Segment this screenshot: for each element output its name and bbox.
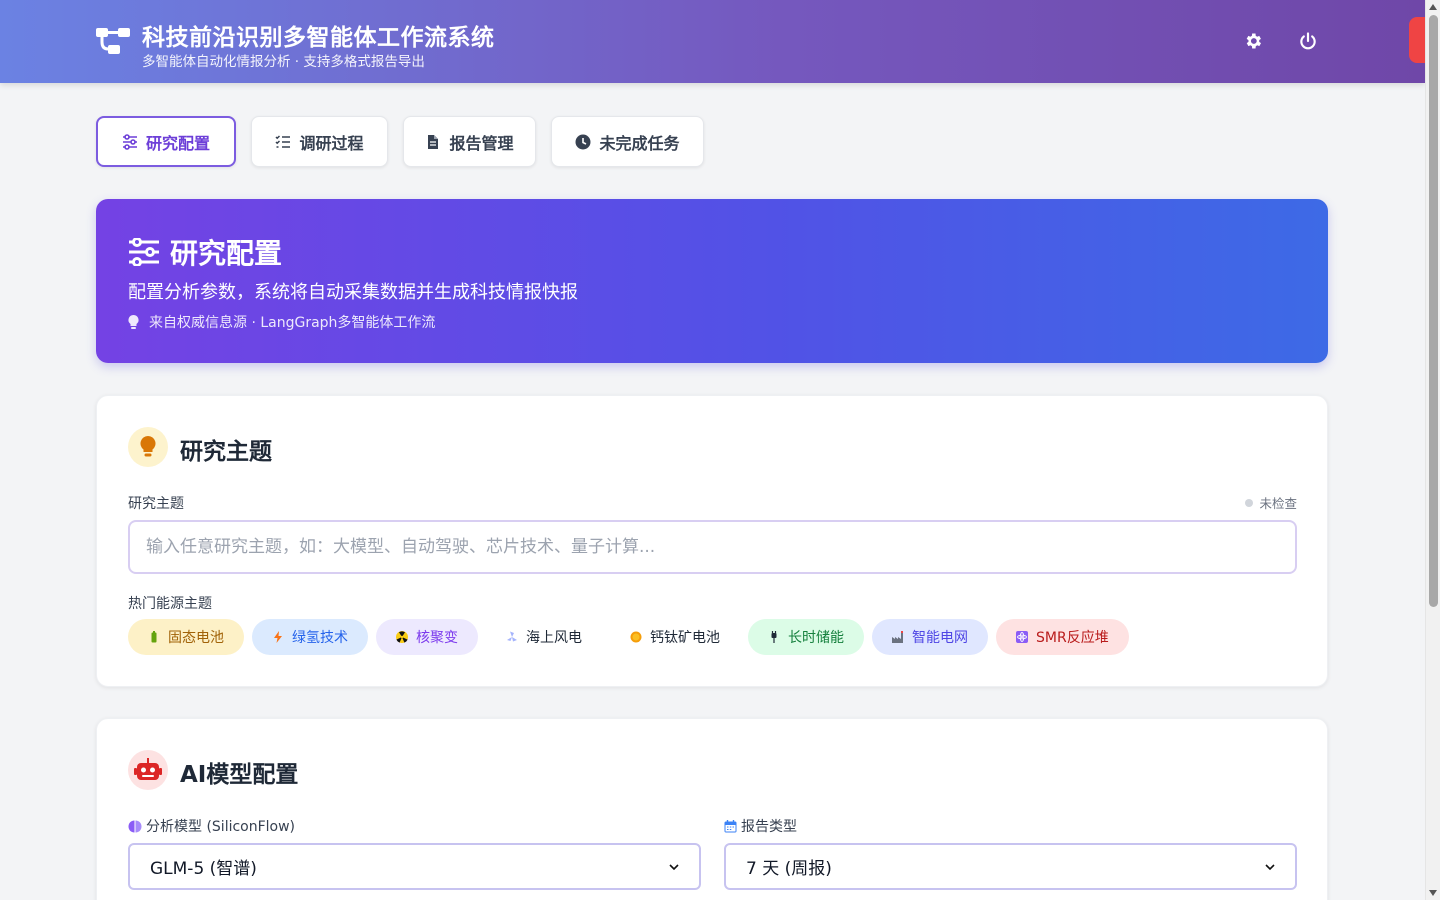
power-icon — [1300, 32, 1316, 50]
banner-note-text: 来自权威信息源 · LangGraph多智能体工作流 — [149, 315, 436, 331]
status-text: 未检查 — [1259, 496, 1297, 511]
report-type-label-text: 报告类型 — [741, 819, 797, 835]
sliders-icon — [129, 238, 159, 266]
chip-long-duration-storage[interactable]: 长时储能 — [748, 619, 864, 655]
topic-card-title: 研究主题 — [180, 439, 272, 465]
tab-label: 未完成任务 — [599, 133, 680, 153]
chevron-down-icon — [1265, 863, 1275, 870]
chip-smr-reactor[interactable]: SMR反应堆 — [996, 619, 1129, 655]
tab-unfinished-tasks[interactable]: 未完成任务 — [551, 116, 704, 167]
scroll-thumb[interactable] — [1429, 15, 1438, 607]
banner-title-text: 研究配置 — [170, 237, 283, 270]
chip-offshore-wind[interactable]: 海上风电 — [486, 619, 602, 655]
chip-label: 长时储能 — [788, 630, 844, 646]
gear-icon — [1246, 33, 1261, 49]
app-subtitle: 多智能体自动化情报分析 · 支持多格式报告导出 — [142, 54, 425, 70]
logout-button[interactable] — [1295, 28, 1321, 54]
settings-button[interactable] — [1240, 28, 1266, 54]
model-field-label: 分析模型 (SiliconFlow) — [128, 816, 295, 836]
chip-perovskite-cell[interactable]: 钙钛矿电池 — [610, 619, 740, 655]
scroll-up-arrow[interactable] — [1429, 4, 1437, 10]
status-dot — [1245, 498, 1254, 507]
page-scrollbar[interactable] — [1425, 0, 1440, 900]
model-select-value: GLM-5 (智谱) — [150, 859, 257, 879]
model-card-title: AI模型配置 — [180, 762, 299, 788]
tab-label: 研究配置 — [145, 133, 210, 153]
banner-description: 配置分析参数，系统将自动采集数据并生成科技情报快报 — [128, 282, 578, 303]
list-check-icon — [275, 134, 291, 148]
chip-smart-grid[interactable]: 智能电网 — [872, 619, 988, 655]
chip-green-hydrogen[interactable]: 绿氢技术 — [252, 619, 368, 655]
tab-label: 调研过程 — [299, 133, 364, 153]
chip-label: SMR反应堆 — [1036, 630, 1109, 646]
chip-label: 海上风电 — [526, 630, 582, 646]
file-icon — [428, 134, 439, 149]
banner-note: 来自权威信息源 · LangGraph多智能体工作流 — [128, 312, 435, 332]
app-title: 科技前沿识别多智能体工作流系统 — [142, 25, 495, 51]
radiation-icon — [396, 631, 408, 643]
model-select[interactable]: GLM-5 (智谱) — [128, 843, 701, 890]
tab-label: 报告管理 — [449, 133, 514, 153]
brain-icon — [128, 820, 142, 832]
chip-label: 钙钛矿电池 — [650, 630, 720, 646]
chip-nuclear-fusion[interactable]: 核聚变 — [376, 619, 478, 655]
report-type-value: 7 天 (周报) — [746, 859, 832, 879]
model-field-label-text: 分析模型 (SiliconFlow) — [146, 819, 296, 835]
chip-label: 绿氢技术 — [292, 630, 348, 646]
tab-research-process[interactable]: 调研过程 — [251, 116, 388, 167]
lightbulb-icon — [140, 436, 156, 457]
sliders-icon — [122, 133, 137, 150]
sitemap-logo-icon — [96, 28, 130, 54]
sun-icon — [630, 631, 642, 643]
bolt-icon — [274, 631, 282, 643]
hot-topics-label: 热门能源主题 — [128, 596, 212, 612]
topic-field-label: 研究主题 — [128, 496, 184, 512]
clock-icon — [575, 134, 591, 149]
battery-icon — [151, 631, 157, 643]
chip-label: 核聚变 — [416, 630, 458, 646]
atom-icon — [1016, 631, 1028, 643]
factory-icon — [892, 631, 903, 643]
report-type-select[interactable]: 7 天 (周报) — [724, 843, 1297, 890]
hot-topic-chips: 固态电池 绿氢技术 核聚变 海上风电 钙钛矿电池 长时储能 智能电网 SMR反应… — [128, 619, 1129, 655]
tab-report-management[interactable]: 报告管理 — [403, 116, 536, 167]
wind-icon — [507, 631, 517, 642]
chip-solid-state-battery[interactable]: 固态电池 — [128, 619, 244, 655]
model-card-icon — [128, 750, 168, 790]
plug-icon — [771, 631, 777, 643]
tab-research-config[interactable]: 研究配置 — [96, 116, 236, 167]
topic-card-icon — [128, 427, 168, 467]
calendar-icon — [724, 819, 737, 832]
report-type-label: 报告类型 — [724, 816, 797, 836]
topic-check-status: 未检查 — [1245, 493, 1297, 512]
banner-title: 研究配置 — [128, 232, 282, 272]
robot-icon — [134, 758, 162, 780]
chip-label: 智能电网 — [912, 630, 968, 646]
scroll-down-arrow[interactable] — [1429, 890, 1437, 896]
topic-input[interactable] — [128, 520, 1297, 574]
lightbulb-icon — [128, 315, 139, 329]
chip-label: 固态电池 — [168, 630, 224, 646]
app-header: 科技前沿识别多智能体工作流系统 多智能体自动化情报分析 · 支持多格式报告导出 — [0, 0, 1425, 83]
chevron-down-icon — [669, 863, 679, 870]
